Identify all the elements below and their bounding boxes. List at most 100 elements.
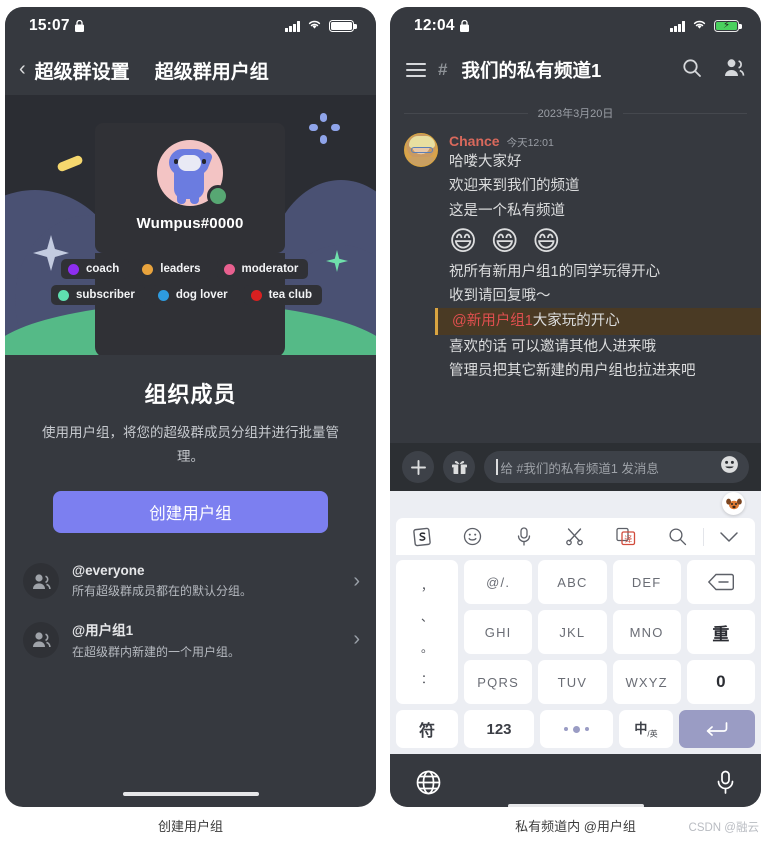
key-at-slash-dot[interactable]: @/. — [464, 560, 533, 604]
channel-name: 我们的私有频道1 — [461, 60, 602, 81]
mic-icon[interactable] — [716, 770, 735, 800]
key-zero[interactable]: 0 — [686, 660, 755, 704]
role-badge-dog-lover: dog lover — [150, 285, 238, 305]
list-item[interactable]: @everyone 所有超级群成员都在的默认分组。 › — [5, 553, 376, 609]
enter-key[interactable] — [679, 710, 755, 748]
keyboard-grid: ， 、 。 ： @/. ABC DEF GHI JKL MNO 重 PQRS T… — [390, 555, 761, 704]
space-key[interactable] — [540, 710, 613, 748]
left-nav-bar: ‹ 超级群设置 超级群用户组 — [5, 45, 376, 95]
channel-header: # 我们的私有频道1 — [390, 45, 761, 95]
role-badge-label: coach — [86, 263, 120, 275]
role-badge-label: leaders — [160, 263, 201, 275]
list-item[interactable]: @用户组1 在超级群内新建的一个用户组。 › — [5, 609, 376, 670]
channel-hash-icon: # — [438, 60, 448, 79]
message-line: 哈喽大家好 — [449, 154, 522, 170]
search-icon[interactable] — [682, 58, 702, 83]
message-list[interactable]: 2023年3月20日 Chance 今天12:01 哈喽大家好 欢迎来到我们的频… — [390, 95, 761, 443]
emoji-icon[interactable] — [447, 527, 498, 546]
nav-back-label[interactable]: 超级群设置 — [35, 57, 130, 84]
emoji-icon[interactable] — [720, 455, 739, 479]
key-mno[interactable]: MNO — [612, 610, 681, 654]
collapse-icon[interactable] — [704, 531, 755, 543]
chevron-left-icon[interactable]: ‹ — [19, 59, 26, 79]
key-ghi[interactable]: GHI — [464, 610, 533, 654]
chat-message: Chance 今天12:01 哈喽大家好 欢迎来到我们的频道 这是一个私有频道 … — [390, 133, 761, 383]
role-badge-subscriber: subscriber — [51, 285, 145, 305]
svg-text:译: 译 — [624, 535, 632, 544]
key-tuv[interactable]: TUV — [538, 660, 607, 704]
search-icon[interactable] — [652, 527, 703, 546]
online-status-dot — [207, 185, 229, 207]
key-abc[interactable]: ABC — [538, 560, 607, 604]
numeric-key[interactable]: 123 — [464, 710, 534, 748]
user-avatar-chance[interactable] — [404, 133, 438, 167]
key-def[interactable]: DEF — [612, 560, 681, 604]
status-indicators — [285, 17, 357, 35]
group-description: 所有超级群成员都在的默认分组。 — [72, 584, 253, 599]
message-input-placeholder: 给 #我们的私有频道1 发消息 — [500, 461, 659, 476]
punct-key[interactable]: 。 — [421, 639, 433, 656]
hamburger-menu-icon[interactable] — [406, 59, 426, 81]
group-name: @everyone — [72, 563, 145, 579]
scissors-icon[interactable] — [549, 527, 600, 546]
message-input-bar: 给 #我们的私有频道1 发消息 — [390, 443, 761, 491]
role-badge-row: subscriber dog lover tea club — [51, 285, 331, 305]
role-badge-label: moderator — [241, 263, 299, 275]
home-indicator[interactable] — [507, 803, 644, 807]
left-phone: 15:07 ‹ 超级群设置 超级群用户组 Wumpus#0000 coach l… — [5, 7, 376, 807]
right-status-bar: 12:04 ⚡ — [390, 7, 761, 45]
role-badge-row: coach leaders moderator — [61, 259, 331, 279]
language-toggle-key[interactable]: 中/英 — [619, 710, 673, 748]
punct-key[interactable]: ， — [421, 577, 433, 594]
space-dots-icon — [564, 725, 589, 733]
mic-icon[interactable] — [498, 526, 549, 547]
sogou-logo-icon[interactable] — [396, 527, 447, 547]
key-repeat[interactable]: 重 — [686, 610, 755, 654]
members-icon[interactable] — [724, 58, 745, 82]
status-time: 15:07 — [29, 17, 70, 34]
message-body: Chance 今天12:01 哈喽大家好 欢迎来到我们的频道 这是一个私有频道 … — [435, 133, 761, 383]
hero-illustration: Wumpus#0000 coach leaders moderator subs… — [5, 95, 376, 355]
key-jkl[interactable]: JKL — [538, 610, 607, 654]
backspace-icon[interactable] — [686, 560, 755, 604]
text-caret — [496, 459, 498, 475]
yellow-pill-icon — [56, 154, 84, 173]
profile-username: Wumpus#0000 — [136, 215, 244, 232]
create-user-group-button[interactable]: 创建用户组 — [53, 491, 328, 534]
role-badge-coach: coach — [61, 259, 130, 279]
lock-icon — [459, 20, 469, 32]
message-input-field[interactable]: 给 #我们的私有频道1 发消息 — [484, 451, 749, 483]
keyboard-bottom-row: 符 123 中/英 — [390, 704, 761, 754]
signal-icon — [670, 20, 685, 32]
page-title: 超级群用户组 — [154, 61, 269, 83]
system-navigation-bar — [390, 754, 761, 807]
role-badge-label: tea club — [268, 289, 313, 301]
plus-icon[interactable] — [402, 451, 434, 483]
message-emoji-line: 😄 😄 😄 — [449, 226, 564, 257]
punct-key[interactable]: 、 — [421, 608, 433, 625]
chevron-right-icon[interactable]: › — [353, 628, 360, 651]
gift-icon[interactable] — [443, 451, 475, 483]
battery-charging-icon: ⚡ — [714, 19, 742, 33]
punct-key[interactable]: ： — [421, 670, 433, 687]
right-phone: 12:04 ⚡ # 我们的私有频道1 2023年3月20日 Chance 今天1… — [390, 7, 761, 807]
language-toggle-label: 中/英 — [634, 721, 658, 739]
role-badge-list: coach leaders moderator subscriber dog l… — [51, 259, 331, 311]
chevron-right-icon[interactable]: › — [353, 570, 360, 593]
globe-icon[interactable] — [416, 770, 441, 800]
key-pqrs[interactable]: PQRS — [464, 660, 533, 704]
caption-left: 创建用户组 — [157, 819, 223, 834]
message-line: 这是一个私有频道 — [449, 202, 565, 219]
left-status-bar: 15:07 — [5, 7, 376, 45]
translate-icon[interactable]: 译 — [601, 527, 652, 546]
message-line: 收到请回复哦～ — [449, 287, 551, 304]
battery-icon — [329, 19, 357, 33]
key-wxyz[interactable]: WXYZ — [612, 660, 681, 704]
mention-token[interactable]: @新用户组1 — [452, 313, 533, 329]
symbol-key[interactable]: 符 — [396, 710, 458, 748]
sogou-dog-logo-icon[interactable] — [722, 492, 745, 515]
wifi-icon — [692, 17, 707, 35]
message-header: Chance 今天12:01 — [449, 133, 747, 150]
punctuation-column[interactable]: ， 、 。 ： — [396, 560, 458, 704]
message-author[interactable]: Chance — [449, 133, 500, 149]
